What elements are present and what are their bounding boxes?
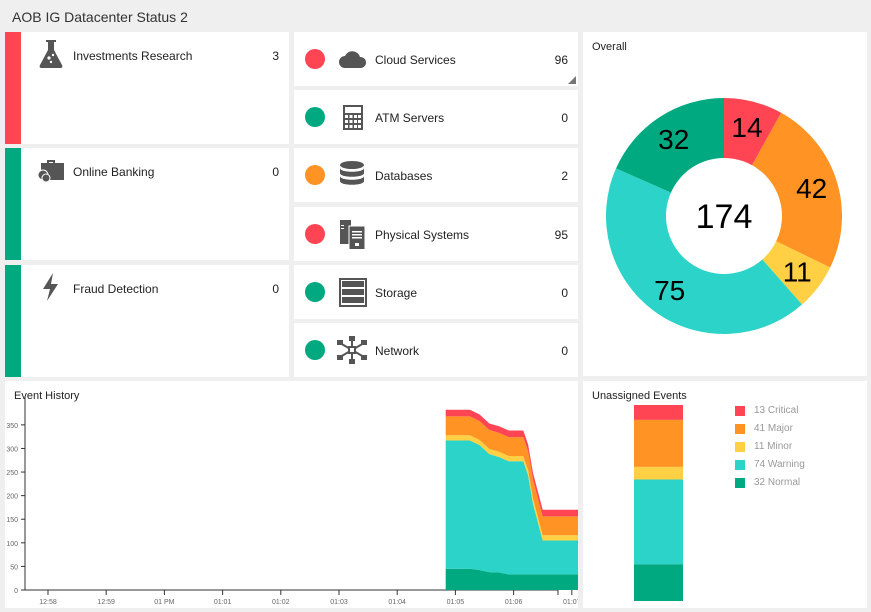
service-tile-investments-research[interactable]: Investments Research 3 bbox=[5, 32, 289, 144]
status-bar bbox=[5, 148, 21, 260]
x-tick-label: 01:03 bbox=[330, 599, 348, 606]
x-tick-label: 01:05 bbox=[447, 599, 465, 606]
y-tick-label: 350 bbox=[6, 423, 18, 430]
y-tick-label: 100 bbox=[6, 541, 18, 548]
bar-segment-major[interactable] bbox=[634, 419, 683, 467]
cloud-icon bbox=[339, 51, 367, 68]
resize-corner-icon[interactable] bbox=[568, 76, 576, 84]
legend-label: 41 Major bbox=[754, 423, 793, 434]
y-tick-label: 300 bbox=[6, 446, 18, 453]
x-tick-label: 01:01 bbox=[214, 599, 232, 606]
ci-tile-databases[interactable]: Databases 2 bbox=[294, 148, 578, 202]
x-tick-label: 01 PM bbox=[154, 599, 174, 606]
storage-icon bbox=[339, 278, 367, 307]
x-tick-label: 01:07 bbox=[563, 599, 578, 606]
legend-item-normal[interactable]: 32 Normal bbox=[735, 477, 800, 488]
flask-icon bbox=[39, 40, 63, 68]
legend-swatch bbox=[735, 405, 745, 416]
legend-label: 32 Normal bbox=[754, 477, 801, 488]
x-tick-label: 12:59 bbox=[97, 599, 115, 606]
bar-segment-critical[interactable] bbox=[634, 405, 683, 420]
lightning-icon bbox=[43, 273, 58, 301]
unassigned-bar-chart bbox=[634, 405, 683, 601]
ci-count: 2 bbox=[561, 169, 568, 183]
ci-count: 0 bbox=[561, 344, 568, 358]
bar-segment-normal[interactable] bbox=[634, 564, 683, 601]
y-tick-label: 250 bbox=[6, 470, 18, 477]
ci-tile-network[interactable]: Network 0 bbox=[294, 323, 578, 377]
legend-item-minor[interactable]: 11 Minor bbox=[735, 441, 792, 452]
ci-label: Physical Systems bbox=[375, 228, 470, 242]
ci-tile-cloud-services[interactable]: Cloud Services 96 bbox=[294, 32, 578, 86]
status-dot bbox=[305, 49, 325, 69]
service-tile-online-banking[interactable]: Online Banking 0 bbox=[5, 148, 289, 260]
bar-segment-minor[interactable] bbox=[634, 466, 683, 480]
service-label: Fraud Detection bbox=[73, 282, 159, 296]
legend-swatch bbox=[735, 477, 745, 488]
network-icon bbox=[337, 336, 367, 364]
service-label: Online Banking bbox=[73, 165, 155, 179]
server-icon bbox=[340, 220, 366, 249]
ci-label: Network bbox=[375, 344, 420, 358]
ci-tile-atm-servers[interactable]: ATM Servers 0 bbox=[294, 90, 578, 144]
y-tick-label: 0 bbox=[14, 588, 18, 595]
ci-count: 95 bbox=[554, 228, 568, 242]
ci-label: Cloud Services bbox=[375, 53, 456, 67]
calculator-icon bbox=[343, 105, 363, 130]
donut-value-label: 14 bbox=[731, 112, 762, 143]
y-tick-label: 200 bbox=[6, 494, 18, 501]
legend-item-major[interactable]: 41 Major bbox=[735, 423, 793, 434]
event-history-chart: 0 50 100 150 200 250 300 350 12:58 12:59 01 PM 01:0… bbox=[6, 396, 578, 606]
x-tick-label: 01:06 bbox=[505, 599, 523, 606]
legend-label: 11 Minor bbox=[754, 441, 793, 452]
y-tick-label: 50 bbox=[10, 564, 18, 571]
status-dot bbox=[305, 224, 325, 244]
service-count: 0 bbox=[272, 282, 279, 296]
x-tick-label: 01:02 bbox=[272, 599, 290, 606]
ci-label: ATM Servers bbox=[375, 111, 445, 125]
legend-label: 74 Warning bbox=[754, 459, 805, 470]
service-count: 3 bbox=[272, 49, 279, 63]
service-count: 0 bbox=[272, 165, 279, 179]
donut-value-label: 11 bbox=[783, 257, 812, 288]
x-tick-label: 01:04 bbox=[388, 599, 406, 606]
overall-panel: Overall 174 14 42 11 75 32 bbox=[583, 32, 867, 376]
status-dot bbox=[305, 107, 325, 127]
unassigned-events-panel: Unassigned Events 13 Critical 41 Major 11 … bbox=[583, 381, 867, 608]
service-tile-fraud-detection[interactable]: Fraud Detection 0 bbox=[5, 265, 289, 377]
ci-tile-physical-systems[interactable]: Physical Systems 95 bbox=[294, 207, 578, 261]
legend-swatch bbox=[735, 441, 745, 452]
x-tick-label: 12:58 bbox=[39, 599, 57, 606]
status-dot bbox=[305, 165, 325, 185]
donut-total-label: 174 bbox=[696, 198, 753, 236]
ci-count: 0 bbox=[561, 111, 568, 125]
donut-value-label: 42 bbox=[796, 173, 827, 204]
legend-item-critical[interactable]: 13 Critical bbox=[735, 405, 798, 416]
y-tick-label: 150 bbox=[6, 517, 18, 524]
ci-count: 96 bbox=[554, 53, 568, 67]
database-icon bbox=[340, 161, 364, 185]
briefcase-icon bbox=[37, 160, 64, 183]
status-dot bbox=[305, 340, 325, 360]
status-bar bbox=[5, 265, 21, 377]
ci-label: Storage bbox=[375, 286, 418, 300]
legend-label: 13 Critical bbox=[754, 405, 799, 416]
ci-tile-storage[interactable]: Storage 0 bbox=[294, 265, 578, 319]
donut-value-label: 75 bbox=[654, 275, 685, 306]
status-bar bbox=[5, 32, 21, 144]
donut-value-label: 32 bbox=[658, 124, 689, 155]
ci-label: Databases bbox=[375, 169, 433, 183]
legend-swatch bbox=[735, 459, 745, 470]
legend-item-warning[interactable]: 74 Warning bbox=[735, 459, 805, 470]
donut-chart: 174 14 42 11 75 32 bbox=[606, 98, 842, 335]
status-dot bbox=[305, 282, 325, 302]
ci-count: 0 bbox=[561, 286, 568, 300]
page-title: AOB IG Datacenter Status 2 bbox=[12, 9, 188, 25]
legend-swatch bbox=[735, 423, 745, 434]
event-history-panel: Event History 0 50 100 150 200 250 300 350 12:58… bbox=[5, 381, 578, 608]
service-label: Investments Research bbox=[73, 49, 193, 63]
bar-segment-warning[interactable] bbox=[634, 479, 683, 565]
